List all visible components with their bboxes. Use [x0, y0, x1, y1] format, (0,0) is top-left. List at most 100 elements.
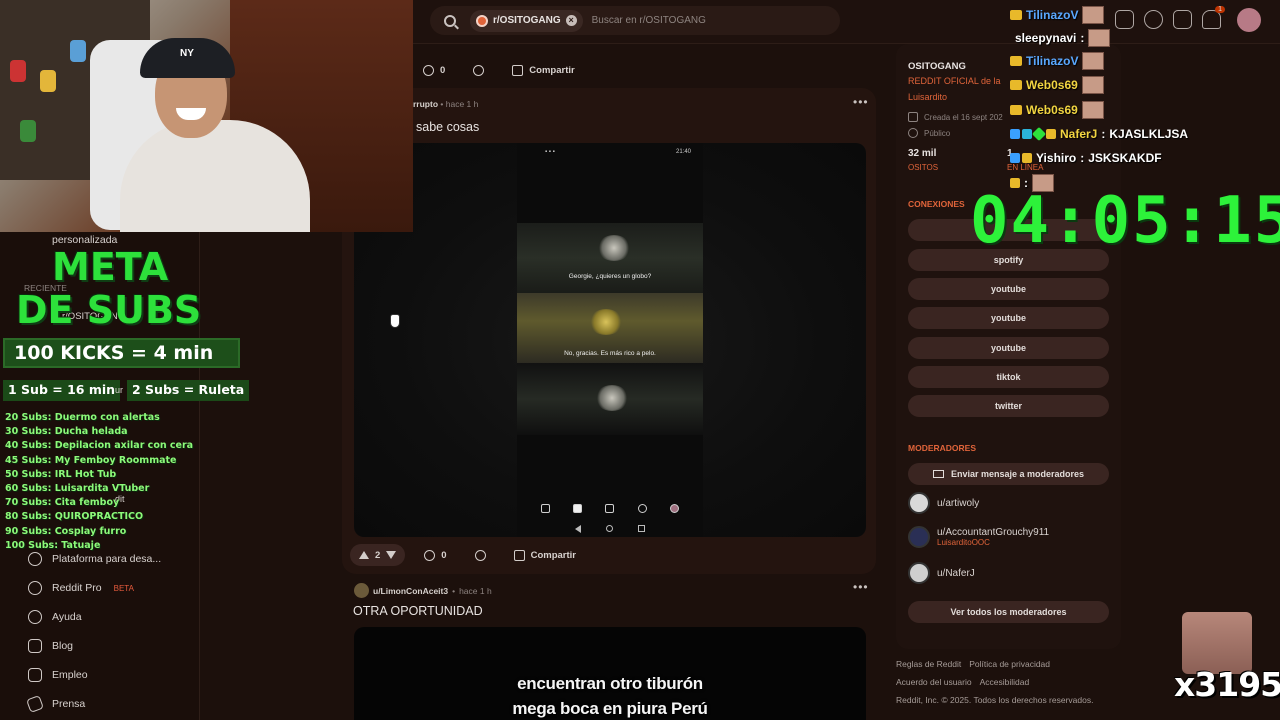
- search-icon: [637, 504, 647, 513]
- sidebar-item-developer-platform[interactable]: Plataforma para desa...: [28, 552, 161, 566]
- moderator-avatar: [908, 492, 930, 514]
- post-actions: 0 Compartir: [414, 59, 584, 81]
- sub-goal: 100 Subs: Tatuaje: [5, 539, 101, 551]
- discover-icon: [605, 504, 615, 513]
- user-badges: [1010, 153, 1032, 163]
- share-button[interactable]: Compartir: [503, 59, 583, 81]
- moderator-avatar: [908, 562, 930, 584]
- comment-icon: [423, 64, 434, 76]
- signal-icon: ▪ ▪ ▪: [545, 149, 555, 155]
- footer-row-2: Acuerdo del usuario Accesibilidad: [896, 677, 1029, 687]
- footer-accessibility-link[interactable]: Accesibilidad: [980, 677, 1030, 687]
- post-options-icon[interactable]: •••: [853, 580, 869, 594]
- award-button[interactable]: [466, 544, 495, 566]
- back-icon: [574, 525, 581, 533]
- create-post-icon[interactable]: [1173, 10, 1192, 29]
- post-media[interactable]: encuentran otro tiburón mega boca en piu…: [354, 627, 866, 720]
- sub-goal: 20 Subs: Duermo con alertas: [5, 412, 160, 423]
- link-button-tiktok[interactable]: tiktok: [908, 366, 1109, 388]
- app-nav-bar: [529, 504, 691, 513]
- sidebar-item-label: Prensa: [52, 698, 86, 710]
- advertise-icon[interactable]: [1115, 10, 1134, 29]
- visibility-text: Público: [924, 128, 951, 138]
- moderator-item[interactable]: u/NaferJ: [908, 562, 975, 584]
- share-button[interactable]: Compartir: [505, 544, 585, 566]
- hexagon-icon: [28, 552, 42, 566]
- cap-image: NY: [140, 38, 235, 78]
- chat-icon[interactable]: [1144, 10, 1163, 29]
- sidebar-item-careers[interactable]: Empleo: [28, 668, 88, 682]
- emote-icon: [1082, 6, 1105, 24]
- vote-control[interactable]: 2: [350, 544, 406, 566]
- notifications-icon[interactable]: 1: [1202, 6, 1225, 29]
- footer-rules-link[interactable]: Reglas de Reddit: [896, 659, 961, 669]
- moderator-name: u/AccountantGrouchy911: [937, 527, 1050, 538]
- moderator-avatar: [908, 526, 930, 548]
- chat-message: sleepynavi:: [1015, 29, 1111, 47]
- mail-icon: [932, 470, 944, 478]
- user-avatar[interactable]: [1237, 8, 1261, 32]
- footer-copyright: Reddit, Inc. © 2025. Todos los derechos …: [896, 695, 1094, 705]
- post-title[interactable]: sabe cosas: [416, 120, 479, 134]
- chat-message: Web0s69: [1010, 101, 1104, 119]
- upvote-icon[interactable]: [359, 551, 369, 559]
- system-nav-bar: [562, 525, 658, 533]
- author-avatar[interactable]: [354, 583, 369, 598]
- chat-message: NaferJ: KJASLKLJSA: [1010, 126, 1189, 142]
- comments-button[interactable]: 0: [414, 59, 454, 81]
- clown-face-icon: [595, 385, 629, 411]
- community-description-2: Luisardito: [908, 92, 948, 102]
- notification-badge: 1: [1215, 6, 1225, 13]
- footer-agreement-link[interactable]: Acuerdo del usuario: [896, 677, 972, 687]
- chat-username: Yishiro: [1036, 151, 1077, 165]
- link-button-youtube-1[interactable]: youtube: [908, 278, 1109, 300]
- sub-goal: 45 Subs: My Femboy Roommate: [5, 454, 177, 466]
- view-all-moderators-button[interactable]: Ver todos los moderadores: [908, 601, 1109, 623]
- chat-text: KJASLKLJSA: [1109, 127, 1189, 141]
- sidebar-item-label: Reddit Pro: [52, 582, 102, 594]
- post-options-icon[interactable]: •••: [853, 95, 869, 109]
- share-icon: [512, 64, 524, 76]
- sidebar-item-help[interactable]: Ayuda: [28, 610, 82, 624]
- sidebar-item-label: Ayuda: [52, 611, 82, 623]
- movie-frame-2: No, gracias. Es más rico a pelo.: [517, 293, 703, 363]
- search-bar[interactable]: r/OSITOGANG × Buscar en r/OSITOGANG: [430, 6, 840, 35]
- webcam-overlay: NY: [0, 0, 413, 232]
- beta-badge: BETA: [113, 583, 134, 593]
- kicks-banner: 100 KICKS = 4 min: [3, 338, 240, 368]
- sidebar-item-blog[interactable]: Blog: [28, 639, 73, 653]
- sidebar-item-reddit-pro[interactable]: Reddit Pro BETA: [28, 581, 134, 595]
- link-button-youtube-3[interactable]: youtube: [908, 337, 1109, 359]
- sub-goal: 50 Subs: IRL Hot Tub: [5, 468, 117, 480]
- message-mods-label: Enviar mensaje a moderadores: [950, 469, 1085, 479]
- mouse-cursor-icon: [390, 314, 400, 328]
- moderator-item[interactable]: u/AccountantGrouchy911 LuisarditoOOC: [908, 526, 1049, 548]
- post-meta: u/LimonConAceit3 • hace 1 h: [354, 583, 492, 598]
- clear-chip-icon[interactable]: ×: [565, 15, 577, 26]
- post-media[interactable]: ▪ ▪ ▪ 21:40 Georgie, ¿quieres un globo? …: [354, 143, 866, 537]
- post-title[interactable]: OTRA OPORTUNIDAD: [353, 604, 483, 618]
- search-placeholder[interactable]: Buscar en r/OSITOGANG: [592, 15, 706, 26]
- badge-icon: [1031, 126, 1047, 142]
- link-button-youtube-2[interactable]: youtube: [908, 307, 1109, 329]
- post-author[interactable]: rrupto: [413, 99, 438, 109]
- community-chip[interactable]: r/OSITOGANG ×: [470, 9, 583, 32]
- downvote-icon[interactable]: [386, 551, 397, 559]
- post-author[interactable]: u/LimonConAceit3: [373, 586, 448, 596]
- sub-goals-list: 20 Subs: Duermo con alertas 30 Subs: Duc…: [5, 411, 193, 553]
- sidebar-item-press[interactable]: Prensa: [26, 695, 86, 713]
- globe-icon: [908, 128, 918, 138]
- topbar-icons: 1: [1115, 6, 1225, 29]
- members-label: OSITOS: [908, 163, 939, 172]
- footer-privacy-link[interactable]: Política de privacidad: [969, 659, 1050, 669]
- cap-logo: NY: [180, 48, 194, 59]
- moderator-item[interactable]: u/artiwoly: [908, 492, 979, 514]
- message-moderators-button[interactable]: Enviar mensaje a moderadores: [908, 463, 1109, 485]
- emote-icon: [1088, 29, 1111, 47]
- award-button[interactable]: [464, 59, 493, 81]
- link-button-twitter[interactable]: twitter: [908, 395, 1109, 417]
- post-time: hace 1 h: [459, 585, 492, 596]
- community-visibility: Público: [908, 128, 950, 138]
- comments-button[interactable]: 0: [415, 544, 455, 566]
- sub-goal: 90 Subs: Cosplay furro: [5, 525, 127, 537]
